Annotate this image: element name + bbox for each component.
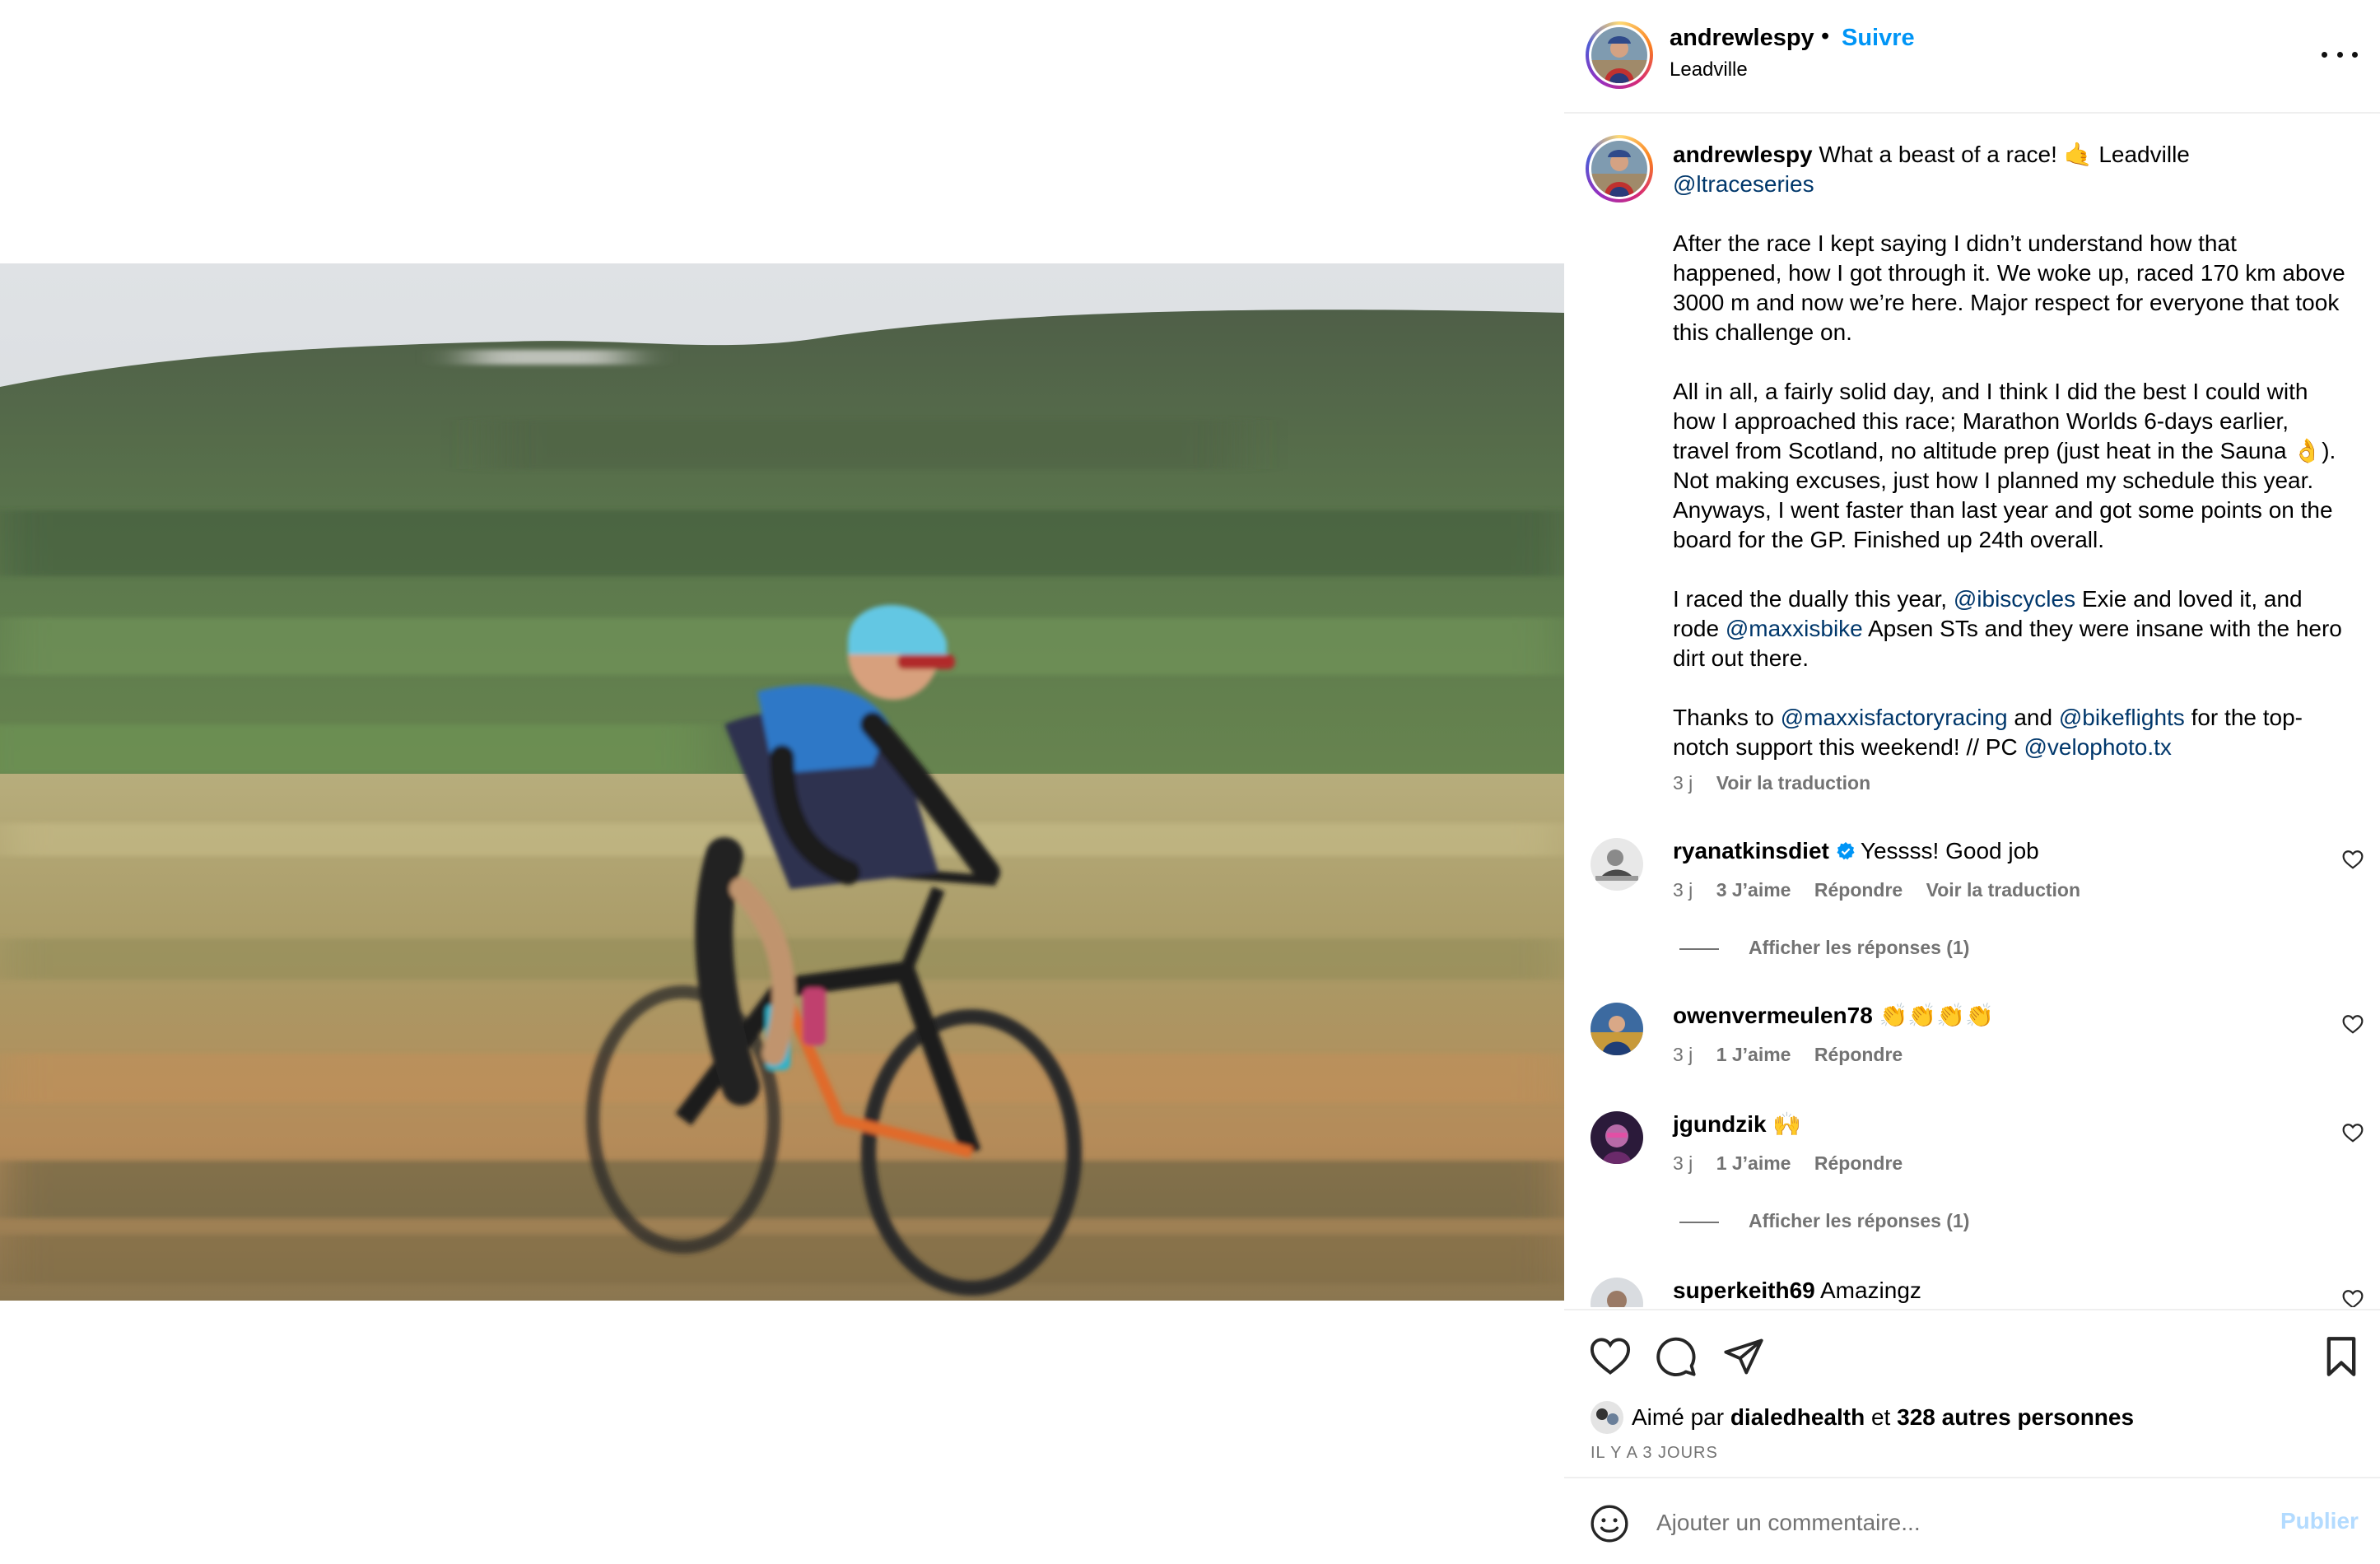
author-avatar[interactable] [1586, 21, 1653, 89]
add-comment-bar: Publier [1564, 1477, 2380, 1564]
comment-meta: 3 j 3 J’aime Répondre Voir la traduction [1673, 879, 2098, 901]
location-link[interactable]: Leadville [1670, 58, 1748, 81]
comment-time[interactable]: 3 j [1673, 1152, 1693, 1174]
comment-time[interactable]: 3 j [1673, 1044, 1693, 1065]
comments-section[interactable]: andrewlespy What a beast of a race! 🤙 Le… [1564, 114, 2380, 1307]
mention-maxxisfactoryracing[interactable]: @maxxisfactoryracing [1781, 705, 2008, 730]
replies-rule [1679, 947, 1719, 950]
comment-likes[interactable]: 3 J’aime [1716, 879, 1791, 901]
mention-bikeflights[interactable]: @bikeflights [2059, 705, 2185, 730]
liker-avatar[interactable] [1591, 1401, 1623, 1434]
cyclist-photo [0, 263, 1564, 1301]
comment-time[interactable]: 3 j [1673, 879, 1693, 901]
caption-para4a: Thanks to [1673, 705, 1774, 730]
reply-button[interactable]: Répondre [1814, 879, 1903, 901]
caption-author-avatar[interactable] [1586, 135, 1653, 202]
follow-button[interactable]: Suivre [1842, 25, 1915, 52]
liked-by-label: Aimé par [1632, 1404, 1725, 1430]
caption-para4b: and [2014, 705, 2053, 730]
mention-maxxisbike[interactable]: @maxxisbike [1726, 616, 1863, 641]
comment-bubble-icon[interactable] [1655, 1335, 1698, 1378]
comment-text-line: owenvermeulen78 👏👏👏👏 [1673, 1001, 1994, 1031]
avatar-image [1591, 141, 1647, 197]
other-likes-count[interactable]: 328 autres personnes [1897, 1404, 2134, 1431]
post-sidebar: andrewlespy • Suivre Leadville andrewles… [1564, 0, 2380, 1562]
emoji-smiley-icon[interactable] [1589, 1503, 1630, 1544]
post-caption: andrewlespy What a beast of a race! 🤙 Le… [1673, 140, 2348, 762]
comment-body: 🙌 [1772, 1111, 1802, 1137]
view-replies-button[interactable]: Afficher les réponses (1) [1679, 1210, 1969, 1232]
heart-icon[interactable] [2342, 849, 2364, 869]
commenter-avatar[interactable] [1591, 1111, 1643, 1164]
dot [2336, 51, 2343, 58]
caption-meta: 3 j Voir la traduction [1673, 772, 1889, 794]
commenter-avatar[interactable] [1591, 838, 1643, 891]
caption-para1: After the race I kept saying I didn’t un… [1673, 230, 2345, 345]
avatar-inner [1589, 138, 1650, 199]
verified-badge-icon [1837, 842, 1855, 860]
likes-summary: Aimé par dialedhealth et 328 autres pers… [1591, 1401, 2134, 1434]
caption-time[interactable]: 3 j [1673, 772, 1693, 794]
reply-button[interactable]: Répondre [1814, 1044, 1903, 1065]
share-paper-plane-icon[interactable] [1722, 1335, 1765, 1378]
view-replies-label: Afficher les réponses (1) [1749, 1210, 1970, 1231]
comment-text-line: jgundzik 🙌 [1673, 1110, 1801, 1139]
comment-body: Amazingz [1819, 1278, 1921, 1303]
caption-username[interactable]: andrewlespy [1673, 142, 1813, 167]
post-actions: Aimé par dialedhealth et 328 autres pers… [1564, 1309, 2380, 1475]
comment-body: 👏👏👏👏 [1879, 1003, 1995, 1028]
dot [2352, 51, 2358, 58]
comment-input[interactable] [1655, 1501, 2218, 1544]
comment-username[interactable]: owenvermeulen78 [1673, 1003, 1873, 1028]
instagram-post-modal: andrewlespy • Suivre Leadville andrewles… [0, 0, 2380, 1562]
reply-button[interactable]: Répondre [1814, 1152, 1903, 1174]
more-horizontal-icon[interactable] [2322, 40, 2358, 69]
mention-ibiscycles[interactable]: @ibiscycles [1954, 586, 2075, 612]
avatar-inner [1589, 25, 1650, 86]
separator-dot: • [1821, 23, 1830, 49]
comment-username[interactable]: ryanatkinsdiet [1673, 838, 1829, 863]
comment-likes[interactable]: 1 J’aime [1716, 1044, 1791, 1065]
caption-para2: All in all, a fairly solid day, and I th… [1673, 379, 2336, 552]
post-photo[interactable] [0, 263, 1564, 1301]
dot [2322, 51, 2327, 58]
view-replies-label: Afficher les réponses (1) [1749, 937, 1970, 958]
mention-velophoto[interactable]: @velophoto.tx [2024, 734, 2171, 760]
heart-icon[interactable] [2342, 1289, 2364, 1307]
mention-ltraceseries[interactable]: @ltraceseries [1673, 171, 1814, 197]
comment-text-line: superkeith69 Amazingz [1673, 1276, 1921, 1306]
liked-by-user[interactable]: dialedhealth [1730, 1404, 1865, 1431]
translate-link[interactable]: Voir la traduction [1926, 879, 2080, 901]
view-replies-button[interactable]: Afficher les réponses (1) [1679, 937, 1969, 959]
commenter-avatar[interactable] [1591, 1003, 1643, 1055]
post-timestamp[interactable]: IL Y A 3 JOURS [1591, 1444, 1718, 1463]
comment-username[interactable]: jgundzik [1673, 1111, 1767, 1137]
replies-rule [1679, 1221, 1719, 1223]
comment-likes[interactable]: 1 J’aime [1716, 1152, 1791, 1174]
publish-button[interactable]: Publier [2280, 1508, 2359, 1534]
comment-meta: 3 j 1 J’aime Répondre [1673, 1044, 1921, 1066]
photo-pane [0, 0, 1564, 1562]
heart-icon[interactable] [2342, 1123, 2364, 1143]
post-header: andrewlespy • Suivre Leadville [1564, 0, 2380, 114]
caption-para3a: I raced the dually this year, [1673, 586, 1948, 612]
comment-meta: 3 j 1 J’aime Répondre [1673, 1152, 1921, 1175]
liked-and-label: et [1870, 1404, 1891, 1430]
heart-icon[interactable] [2342, 1014, 2364, 1034]
avatar-image [1591, 27, 1647, 83]
header-username[interactable]: andrewlespy [1670, 25, 1814, 52]
save-bookmark-icon[interactable] [2320, 1335, 2363, 1378]
commenter-avatar[interactable] [1591, 1278, 1643, 1307]
caption-translate-link[interactable]: Voir la traduction [1716, 772, 1870, 794]
comment-username[interactable]: superkeith69 [1673, 1278, 1815, 1303]
comment-body: Yessss! Good job [1860, 838, 2039, 863]
like-heart-icon[interactable] [1589, 1335, 1632, 1378]
comment-text-line: ryanatkinsdiet Yessss! Good job [1673, 836, 2039, 866]
caption-line1: What a beast of a race! 🤙 Leadville [1819, 142, 2190, 167]
